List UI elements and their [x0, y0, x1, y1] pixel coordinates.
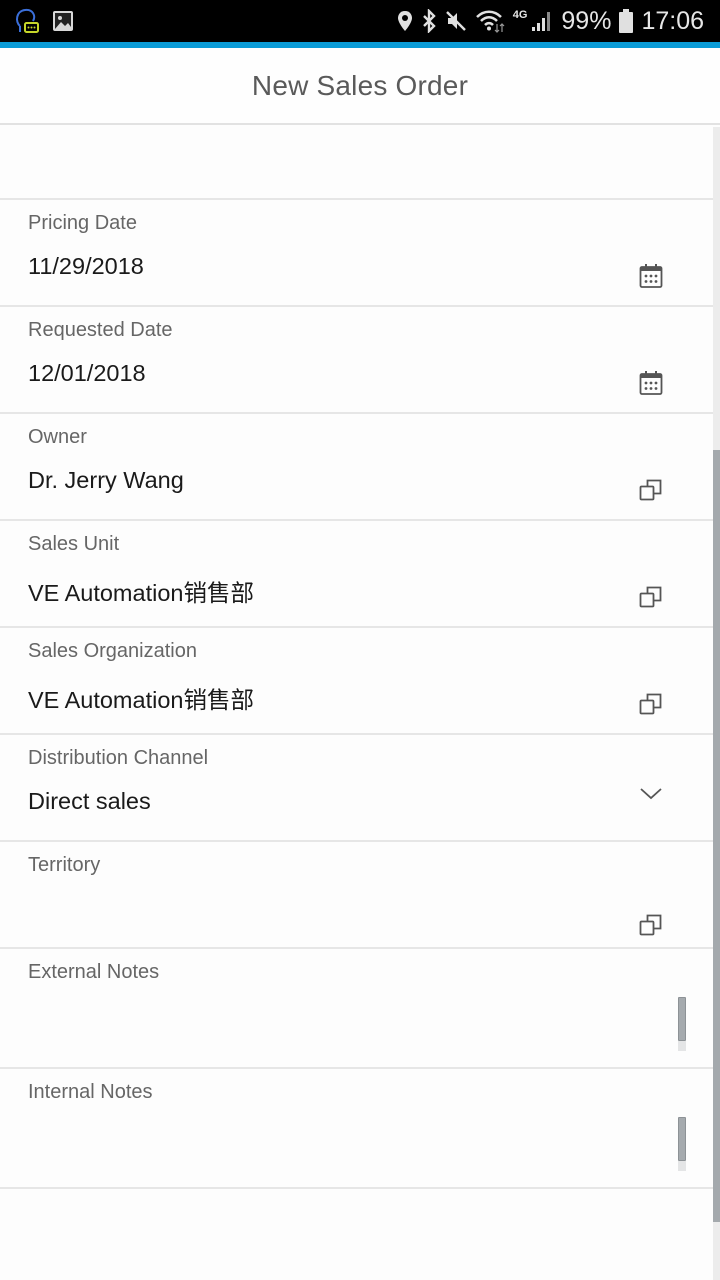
page-scrollbar[interactable]	[713, 127, 720, 1280]
clock: 17:06	[641, 6, 704, 35]
field-label: Sales Unit	[28, 533, 120, 555]
field-label: Internal Notes	[28, 1081, 153, 1103]
field-sales-unit[interactable]: Sales Unit VE Automation销售部	[0, 521, 713, 628]
signal-icon	[531, 10, 553, 32]
field-label: Sales Organization	[28, 640, 197, 662]
scrollbar-thumb[interactable]	[713, 449, 720, 1223]
field-requested-date[interactable]: Requested Date 12/01/2018	[0, 307, 713, 414]
field-label: Distribution Channel	[28, 747, 209, 769]
value-help-icon[interactable]	[636, 689, 666, 719]
network-type: 4G	[512, 9, 528, 21]
field-value[interactable]: VE Automation销售部	[28, 574, 254, 608]
field-value[interactable]: 12/01/2018	[28, 360, 146, 387]
partial-field-row[interactable]	[0, 125, 713, 200]
battery-percent: 99%	[561, 6, 612, 35]
field-label: Pricing Date	[28, 212, 137, 234]
page-title: New Sales Order	[251, 69, 469, 101]
calendar-icon[interactable]	[636, 261, 666, 291]
bluetooth-icon	[421, 9, 437, 33]
field-label: Requested Date	[28, 319, 173, 341]
assistant-notification-icon	[14, 6, 40, 36]
image-notification-icon	[52, 10, 74, 32]
field-value[interactable]: 11/29/2018	[28, 253, 144, 280]
field-label: Owner	[28, 426, 87, 448]
field-sales-organization[interactable]: Sales Organization VE Automation销售部	[0, 628, 713, 735]
field-distribution-channel[interactable]: Distribution Channel Direct sales	[0, 735, 713, 842]
field-value[interactable]: VE Automation销售部	[28, 681, 254, 715]
value-help-icon[interactable]	[636, 910, 666, 940]
field-internal-notes[interactable]: Internal Notes	[0, 1069, 713, 1189]
field-value[interactable]: Dr. Jerry Wang	[28, 467, 184, 494]
mute-icon	[445, 10, 467, 32]
textarea-scroll-handle[interactable]	[678, 997, 686, 1053]
battery-icon	[619, 9, 634, 33]
status-bar: 4G 99% 17:06	[0, 0, 720, 42]
wifi-icon	[475, 9, 505, 33]
field-value[interactable]: Direct sales	[28, 788, 151, 815]
textarea-scroll-handle[interactable]	[678, 1117, 686, 1173]
location-icon	[397, 10, 413, 32]
field-territory[interactable]: Territory	[0, 842, 713, 949]
app-header: New Sales Order	[0, 48, 720, 125]
field-owner[interactable]: Owner Dr. Jerry Wang	[0, 414, 713, 521]
field-label: Territory	[28, 854, 101, 876]
field-pricing-date[interactable]: Pricing Date 11/29/2018	[0, 200, 713, 307]
sales-order-form: Pricing Date 11/29/2018 Requested Date 1…	[0, 125, 713, 1189]
chevron-down-icon[interactable]	[636, 779, 666, 809]
value-help-icon[interactable]	[636, 475, 666, 505]
value-help-icon[interactable]	[636, 582, 666, 612]
field-label: External Notes	[28, 961, 160, 983]
calendar-icon[interactable]	[636, 368, 666, 398]
field-external-notes[interactable]: External Notes	[0, 949, 713, 1069]
